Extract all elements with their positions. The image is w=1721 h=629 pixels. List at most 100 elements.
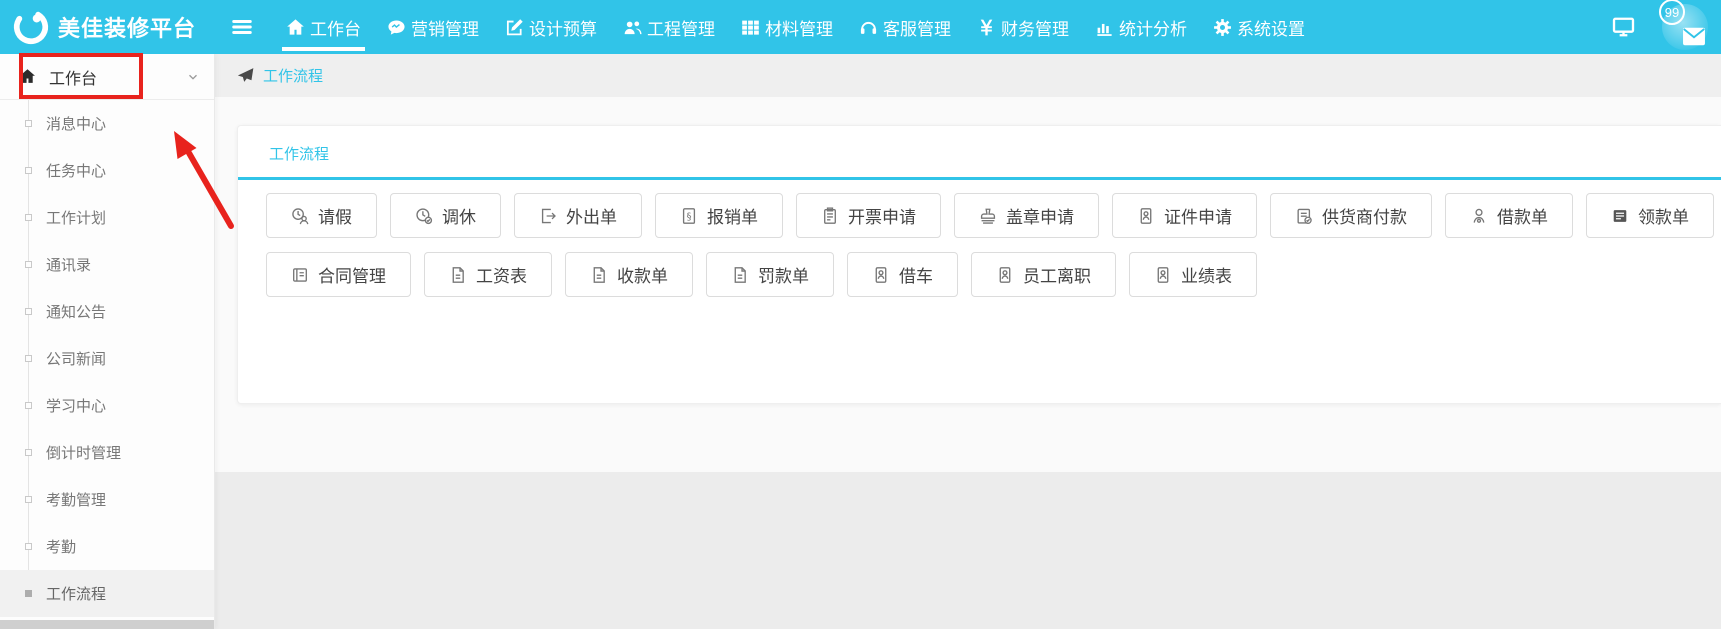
workflow-buttons: 请假 调休 外出单 § 报销单 开票申请 盖章申请 证件申请 供货商付款 借款单 领款单合同管理 工资… bbox=[238, 180, 1721, 297]
nav-item-marketing[interactable]: 营销管理 bbox=[374, 0, 492, 54]
sidebar-item-message-center[interactable]: 消息中心 bbox=[0, 100, 214, 147]
sidebar-item-label: 工作计划 bbox=[46, 210, 107, 227]
gear-icon bbox=[1213, 18, 1232, 37]
workflow-button-seal-request[interactable]: 盖章申请 bbox=[954, 193, 1099, 238]
workflow-card: 工作流程 请假 调休 外出单 § 报销单 开票申请 盖章申请 证件申请 供货商付款 借款单 领款单合… bbox=[237, 125, 1721, 404]
chart-icon bbox=[1095, 18, 1114, 37]
workflow-button-supplier-payment[interactable]: 供货商付款 bbox=[1270, 193, 1432, 238]
workflow-button-reimbursement-form[interactable]: § 报销单 bbox=[655, 193, 783, 238]
workflow-button-invoice-request[interactable]: 开票申请 bbox=[796, 193, 941, 238]
clock-check-icon bbox=[415, 207, 433, 225]
workflow-button-payroll-sheet[interactable]: 工资表 bbox=[424, 252, 552, 297]
content-wrapper: 工作流程 请假 调休 外出单 § 报销单 开票申请 盖章申请 证件申请 供货商付款 借款单 领款单合… bbox=[215, 97, 1721, 472]
workflow-button-row-1: 请假 调休 外出单 § 报销单 开票申请 盖章申请 证件申请 供货商付款 借款单 领款单 bbox=[266, 193, 1721, 238]
id-badge-icon bbox=[1154, 266, 1172, 284]
sidebar-menu: 消息中心任务中心工作计划通讯录通知公告公司新闻 学习中心 倒计时管理 考勤管理 考勤 工作… bbox=[0, 100, 214, 617]
brand[interactable]: 美佳装修平台 bbox=[0, 8, 215, 46]
paper-plane-icon bbox=[237, 67, 254, 84]
workflow-button-employee-resignation[interactable]: 员工离职 bbox=[971, 252, 1116, 297]
sidebar-item-label: 通讯录 bbox=[46, 257, 92, 274]
user-avatar[interactable]: 99 bbox=[1659, 0, 1708, 50]
workflow-button-certificate-request[interactable]: 证件申请 bbox=[1112, 193, 1257, 238]
sidebar-item-label: 任务中心 bbox=[46, 163, 107, 180]
workflow-button-performance-sheet[interactable]: 业绩表 bbox=[1129, 252, 1257, 297]
table-icon bbox=[1611, 207, 1629, 225]
brand-logo-icon bbox=[12, 8, 50, 46]
clipboard-check-icon bbox=[1295, 207, 1313, 225]
sidebar-item-notice-announcement[interactable]: 通知公告 bbox=[0, 288, 214, 335]
app-window: 美佳装修平台 工作台 营销管理 设计预算 工程管理 材料管理 客服管理 财务管理 统计分析 系统… bbox=[0, 0, 1721, 629]
sidebar-item-workbench[interactable]: 工作台 bbox=[0, 54, 214, 100]
page-background-lower bbox=[215, 472, 1721, 629]
sidebar-item-label: 通知公告 bbox=[46, 304, 107, 321]
file-icon bbox=[449, 266, 467, 284]
item-bullet-icon bbox=[25, 167, 32, 174]
file-icon bbox=[590, 266, 608, 284]
users-icon bbox=[623, 18, 642, 37]
home-icon bbox=[19, 68, 36, 85]
workflow-button-comp-leave[interactable]: 调休 bbox=[390, 193, 501, 238]
message-count-badge: 99 bbox=[1659, 0, 1685, 25]
sidebar-item-work-plan[interactable]: 工作计划 bbox=[0, 194, 214, 241]
clipboard-icon bbox=[821, 206, 839, 225]
workflow-button-loan-form[interactable]: 借款单 bbox=[1445, 193, 1573, 238]
nav-item-label: 工作台 bbox=[310, 19, 361, 39]
id-badge-icon bbox=[1137, 207, 1155, 225]
workflow-button-receipt-form[interactable]: 收款单 bbox=[565, 252, 693, 297]
top-navbar: 美佳装修平台 工作台 营销管理 设计预算 工程管理 材料管理 客服管理 财务管理 统计分析 系统… bbox=[0, 0, 1721, 54]
workflow-button-label: 借款单 bbox=[1497, 208, 1548, 227]
nav-item-system-settings[interactable]: 系统设置 bbox=[1200, 0, 1318, 54]
workflow-button-fine-form[interactable]: 罚款单 bbox=[706, 252, 834, 297]
workflow-button-label: 领款单 bbox=[1638, 208, 1689, 227]
nav-item-label: 工程管理 bbox=[647, 19, 715, 39]
breadcrumb: 工作流程 bbox=[215, 54, 1721, 97]
item-bullet-icon bbox=[25, 402, 32, 409]
sidebar-item-attendance-mgmt[interactable]: 考勤管理 bbox=[0, 476, 214, 523]
nav-item-label: 营销管理 bbox=[411, 19, 479, 39]
yen-icon bbox=[977, 18, 996, 37]
sidebar: 工作台 消息中心任务中心工作计划通讯录通知公告公司新闻 学习中心 倒计时管理 考勤管理… bbox=[0, 54, 215, 629]
nav-item-finance[interactable]: 财务管理 bbox=[964, 0, 1082, 54]
workflow-button-label: 收款单 bbox=[617, 267, 668, 286]
sidebar-item-workflow[interactable]: 工作流程 bbox=[0, 570, 214, 617]
home-icon bbox=[286, 18, 305, 37]
sidebar-scrollbar[interactable] bbox=[0, 620, 214, 629]
workflow-button-label: 业绩表 bbox=[1181, 267, 1232, 286]
sidebar-item-contacts[interactable]: 通讯录 bbox=[0, 241, 214, 288]
breadcrumb-label: 工作流程 bbox=[263, 68, 324, 85]
nav-item-workbench[interactable]: 工作台 bbox=[273, 0, 374, 54]
item-bullet-icon bbox=[25, 214, 32, 221]
tab-workflow[interactable]: 工作流程 bbox=[269, 146, 329, 163]
monitor-icon[interactable] bbox=[1611, 16, 1636, 38]
sidebar-root-label: 工作台 bbox=[49, 70, 98, 88]
sidebar-item-company-news[interactable]: 公司新闻 bbox=[0, 335, 214, 382]
sidebar-item-label: 消息中心 bbox=[46, 116, 107, 133]
sidebar-item-attendance[interactable]: 考勤 bbox=[0, 523, 214, 570]
workflow-button-label: 盖章申请 bbox=[1006, 208, 1074, 227]
nav-item-materials[interactable]: 材料管理 bbox=[728, 0, 846, 54]
hamburger-menu-icon[interactable] bbox=[229, 16, 255, 38]
workflow-button-payment-claim-form[interactable]: 领款单 bbox=[1586, 193, 1714, 238]
item-bullet-icon bbox=[25, 590, 32, 597]
nav-item-design-budget[interactable]: 设计预算 bbox=[492, 0, 610, 54]
sidebar-item-countdown-mgmt[interactable]: 倒计时管理 bbox=[0, 429, 214, 476]
nav-item-engineering[interactable]: 工程管理 bbox=[610, 0, 728, 54]
stamp-icon bbox=[979, 207, 997, 225]
sidebar-item-learning-center[interactable]: 学习中心 bbox=[0, 382, 214, 429]
item-bullet-icon bbox=[25, 355, 32, 362]
tab-bar: 工作流程 bbox=[238, 126, 1721, 177]
workflow-button-outing-form[interactable]: 外出单 bbox=[514, 193, 642, 238]
nav-item-statistics[interactable]: 统计分析 bbox=[1082, 0, 1200, 54]
svg-text:§: § bbox=[686, 211, 691, 222]
workflow-button-leave-request[interactable]: 请假 bbox=[266, 193, 377, 238]
sign-out-icon bbox=[539, 207, 557, 225]
headset-icon bbox=[859, 18, 878, 37]
sidebar-item-task-center[interactable]: 任务中心 bbox=[0, 147, 214, 194]
workflow-button-contract-mgmt[interactable]: 合同管理 bbox=[266, 252, 411, 297]
user-clock-icon bbox=[291, 207, 309, 225]
book-icon bbox=[291, 266, 309, 284]
nav-item-customer-service[interactable]: 客服管理 bbox=[846, 0, 964, 54]
nav-item-label: 设计预算 bbox=[529, 19, 597, 39]
workflow-button-car-borrow[interactable]: 借车 bbox=[847, 252, 958, 297]
file-icon bbox=[731, 266, 749, 284]
